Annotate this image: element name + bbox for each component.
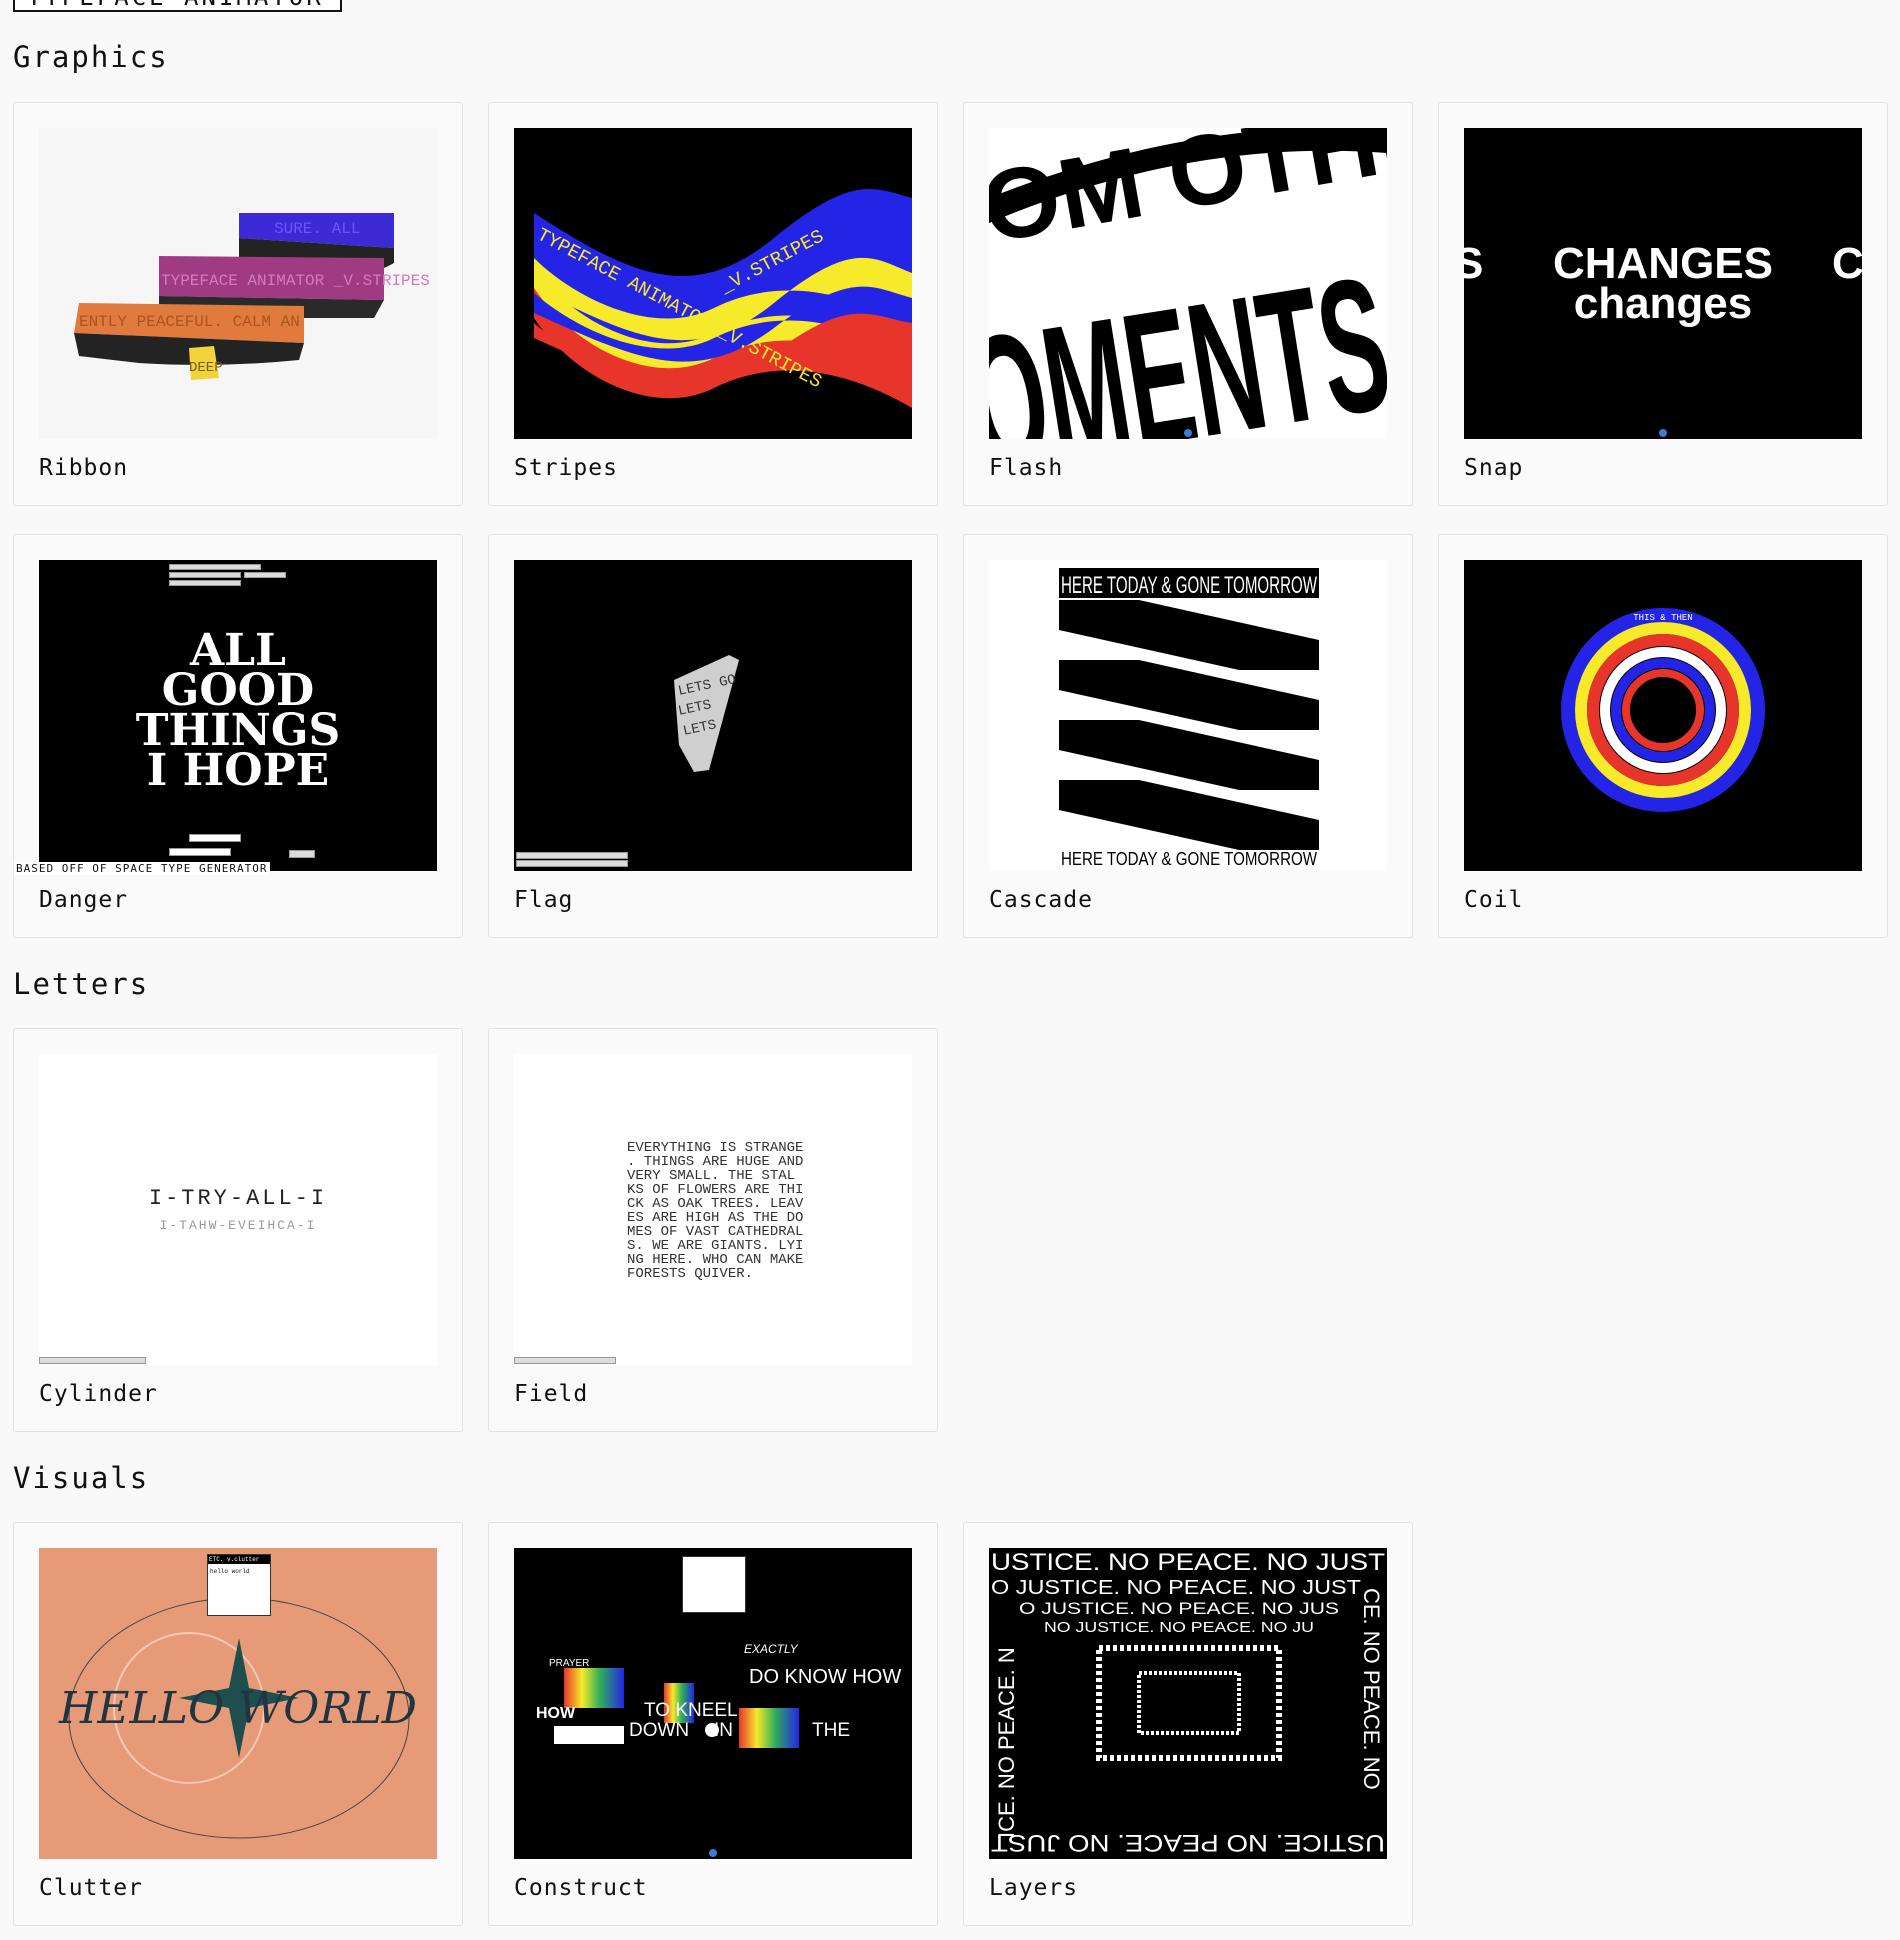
construct-text-2: TO KNEEL	[644, 1700, 738, 1721]
card-construct[interactable]: DO KNOW HOW TO KNEEL DOWN IN THE HOW PRA…	[488, 1522, 938, 1926]
card-label: Danger	[39, 887, 129, 913]
card-label: Cascade	[989, 887, 1093, 913]
construct-input-panel[interactable]	[682, 1556, 746, 1613]
app-logo[interactable]: TYPEFACE ANIMATOR	[13, 0, 342, 12]
card-label: Field	[514, 1381, 589, 1407]
layers-text-1: USTICE. NO PEACE. NO JUST	[991, 1549, 1385, 1576]
ribbon-preview: SURE. ALL TYPEFACE ANIMATOR _V.STRIPES E…	[39, 128, 437, 439]
construct-text-6: HOW	[536, 1705, 576, 1722]
cylinder-text-front: I-TRY-ALL-I	[149, 1186, 327, 1211]
card-danger[interactable]: ALL GOOD THINGS I HOPE BASED OFF OF SPAC…	[13, 534, 463, 938]
snap-preview: CHANGES changes S C	[1464, 128, 1862, 439]
danger-text-input[interactable]	[189, 834, 241, 842]
svg-text:HERE TODAY & GONE TOMORROW: HERE TODAY & GONE TOMORROW	[1061, 849, 1317, 869]
card-label: Coil	[1464, 887, 1524, 913]
layers-text-3: O JUSTICE. NO PEACE. NO JUS	[1019, 1599, 1339, 1618]
card-label: Flag	[514, 887, 574, 913]
svg-text:THIS & THEN: THIS & THEN	[1633, 797, 1692, 807]
card-label: Clutter	[39, 1875, 143, 1901]
card-cylinder[interactable]: I-TRY-ALL-I I-TAHW-EVEIHCA-I Cylinder	[13, 1028, 463, 1432]
coil-text: THIS & THEN	[1633, 613, 1692, 623]
card-flash[interactable]: OM OTHE OMENTS Flash	[963, 102, 1413, 506]
card-label: Ribbon	[39, 455, 129, 481]
clutter-preview: HELLO WORLD ETC. v.clutter hello world	[39, 1548, 437, 1859]
cascade-text: HERE TODAY & GONE TOMORROW	[1061, 572, 1317, 599]
layers-text-4: NO JUSTICE. NO PEACE. NO JU	[1044, 1619, 1314, 1636]
card-cascade[interactable]: HERE TODAY & GONE TOMORROW HERE TODAY & …	[963, 534, 1413, 938]
construct-text-5: THE	[812, 1720, 850, 1741]
layers-preview: USTICE. NO PEACE. NO JUST O JUSTICE. NO …	[989, 1548, 1387, 1859]
flag-options[interactable]	[516, 860, 628, 867]
field-preview: EVERYTHING IS STRANGE . THINGS ARE HUGE …	[514, 1054, 912, 1365]
card-label: Snap	[1464, 455, 1524, 481]
clutter-text: HELLO WORLD	[58, 1683, 417, 1734]
section-title-visuals: Visuals	[13, 1461, 150, 1495]
section-title-graphics: Graphics	[13, 40, 169, 74]
cylinder-text-back: I-TAHW-EVEIHCA-I	[160, 1218, 317, 1233]
construct-text-8: EXACTLY	[744, 1642, 799, 1656]
card-label: Cylinder	[39, 1381, 158, 1407]
card-label: Stripes	[514, 455, 618, 481]
card-coil[interactable]: THIS & THEN THIS & THEN Coil	[1438, 534, 1888, 938]
danger-button[interactable]	[289, 850, 315, 858]
field-options[interactable]	[514, 1357, 616, 1364]
snap-text-right: C	[1832, 239, 1862, 288]
construct-text-7: PRAYER	[549, 1658, 589, 1669]
cylinder-options[interactable]	[39, 1357, 146, 1364]
danger-line-4: I HOPE	[147, 745, 329, 796]
stripes-preview: TYPEFACE ANIMATOR _V.STRIPES _V.STRIPES	[514, 128, 912, 439]
construct-text-1: DO KNOW HOW	[749, 1666, 901, 1688]
clutter-input-panel[interactable]: ETC. v.clutter hello world	[207, 1554, 271, 1616]
ribbon-text-4: DEEP	[189, 360, 223, 376]
card-stripes[interactable]: TYPEFACE ANIMATOR _V.STRIPES _V.STRIPES …	[488, 102, 938, 506]
card-field[interactable]: EVERYTHING IS STRANGE . THINGS ARE HUGE …	[488, 1028, 938, 1432]
card-snap[interactable]: CHANGES changes S C Snap	[1438, 102, 1888, 506]
ribbon-text-2: TYPEFACE ANIMATOR _V.STRIPES	[161, 272, 430, 290]
construct-preview: DO KNOW HOW TO KNEEL DOWN IN THE HOW PRA…	[514, 1548, 912, 1859]
danger-credit[interactable]: BASED OFF OF SPACE TYPE GENERATOR	[14, 862, 270, 875]
card-label: Construct	[514, 1875, 648, 1901]
danger-text-input[interactable]	[169, 848, 231, 856]
svg-text:FORESTS QUIVER.: FORESTS QUIVER.	[627, 1266, 753, 1282]
construct-text-3: DOWN	[629, 1720, 689, 1741]
svg-text:ICE. NO PEACE. N: ICE. NO PEACE. N	[994, 1647, 1019, 1838]
danger-preview: ALL GOOD THINGS I HOPE	[39, 560, 437, 871]
flash-preview: OM OTHE OMENTS	[989, 128, 1387, 439]
card-label: Flash	[989, 455, 1064, 481]
card-label: Layers	[989, 1875, 1079, 1901]
svg-text:CE. NO PEACE. NO: CE. NO PEACE. NO	[1359, 1588, 1384, 1790]
flag-preview: LETS GO LETS LETS	[514, 560, 912, 871]
snap-text-left: S	[1464, 239, 1483, 288]
card-ribbon[interactable]: SURE. ALL TYPEFACE ANIMATOR _V.STRIPES E…	[13, 102, 463, 506]
ribbon-text-1: SURE. ALL	[274, 220, 360, 238]
snap-text-lower: changes	[1574, 279, 1753, 328]
svg-text:USTICE. NO PEACE. NO JUST: USTICE. NO PEACE. NO JUST	[991, 1829, 1385, 1856]
card-clutter[interactable]: HELLO WORLD ETC. v.clutter hello world C…	[13, 1522, 463, 1926]
coil-preview: THIS & THEN THIS & THEN	[1464, 560, 1862, 871]
flag-options[interactable]	[516, 852, 628, 859]
layers-text-2: O JUSTICE. NO PEACE. NO JUST	[991, 1577, 1361, 1599]
card-flag[interactable]: LETS GO LETS LETS Flag	[488, 534, 938, 938]
flash-text-2: OMENTS	[989, 237, 1387, 439]
ribbon-text-3: ENTLY PEACEFUL. CALM AN	[79, 313, 300, 331]
cylinder-preview: I-TRY-ALL-I I-TAHW-EVEIHCA-I	[39, 1054, 437, 1365]
section-title-letters: Letters	[13, 967, 150, 1001]
card-layers[interactable]: USTICE. NO PEACE. NO JUST O JUSTICE. NO …	[963, 1522, 1413, 1926]
cascade-preview: HERE TODAY & GONE TOMORROW HERE TODAY & …	[989, 560, 1387, 871]
